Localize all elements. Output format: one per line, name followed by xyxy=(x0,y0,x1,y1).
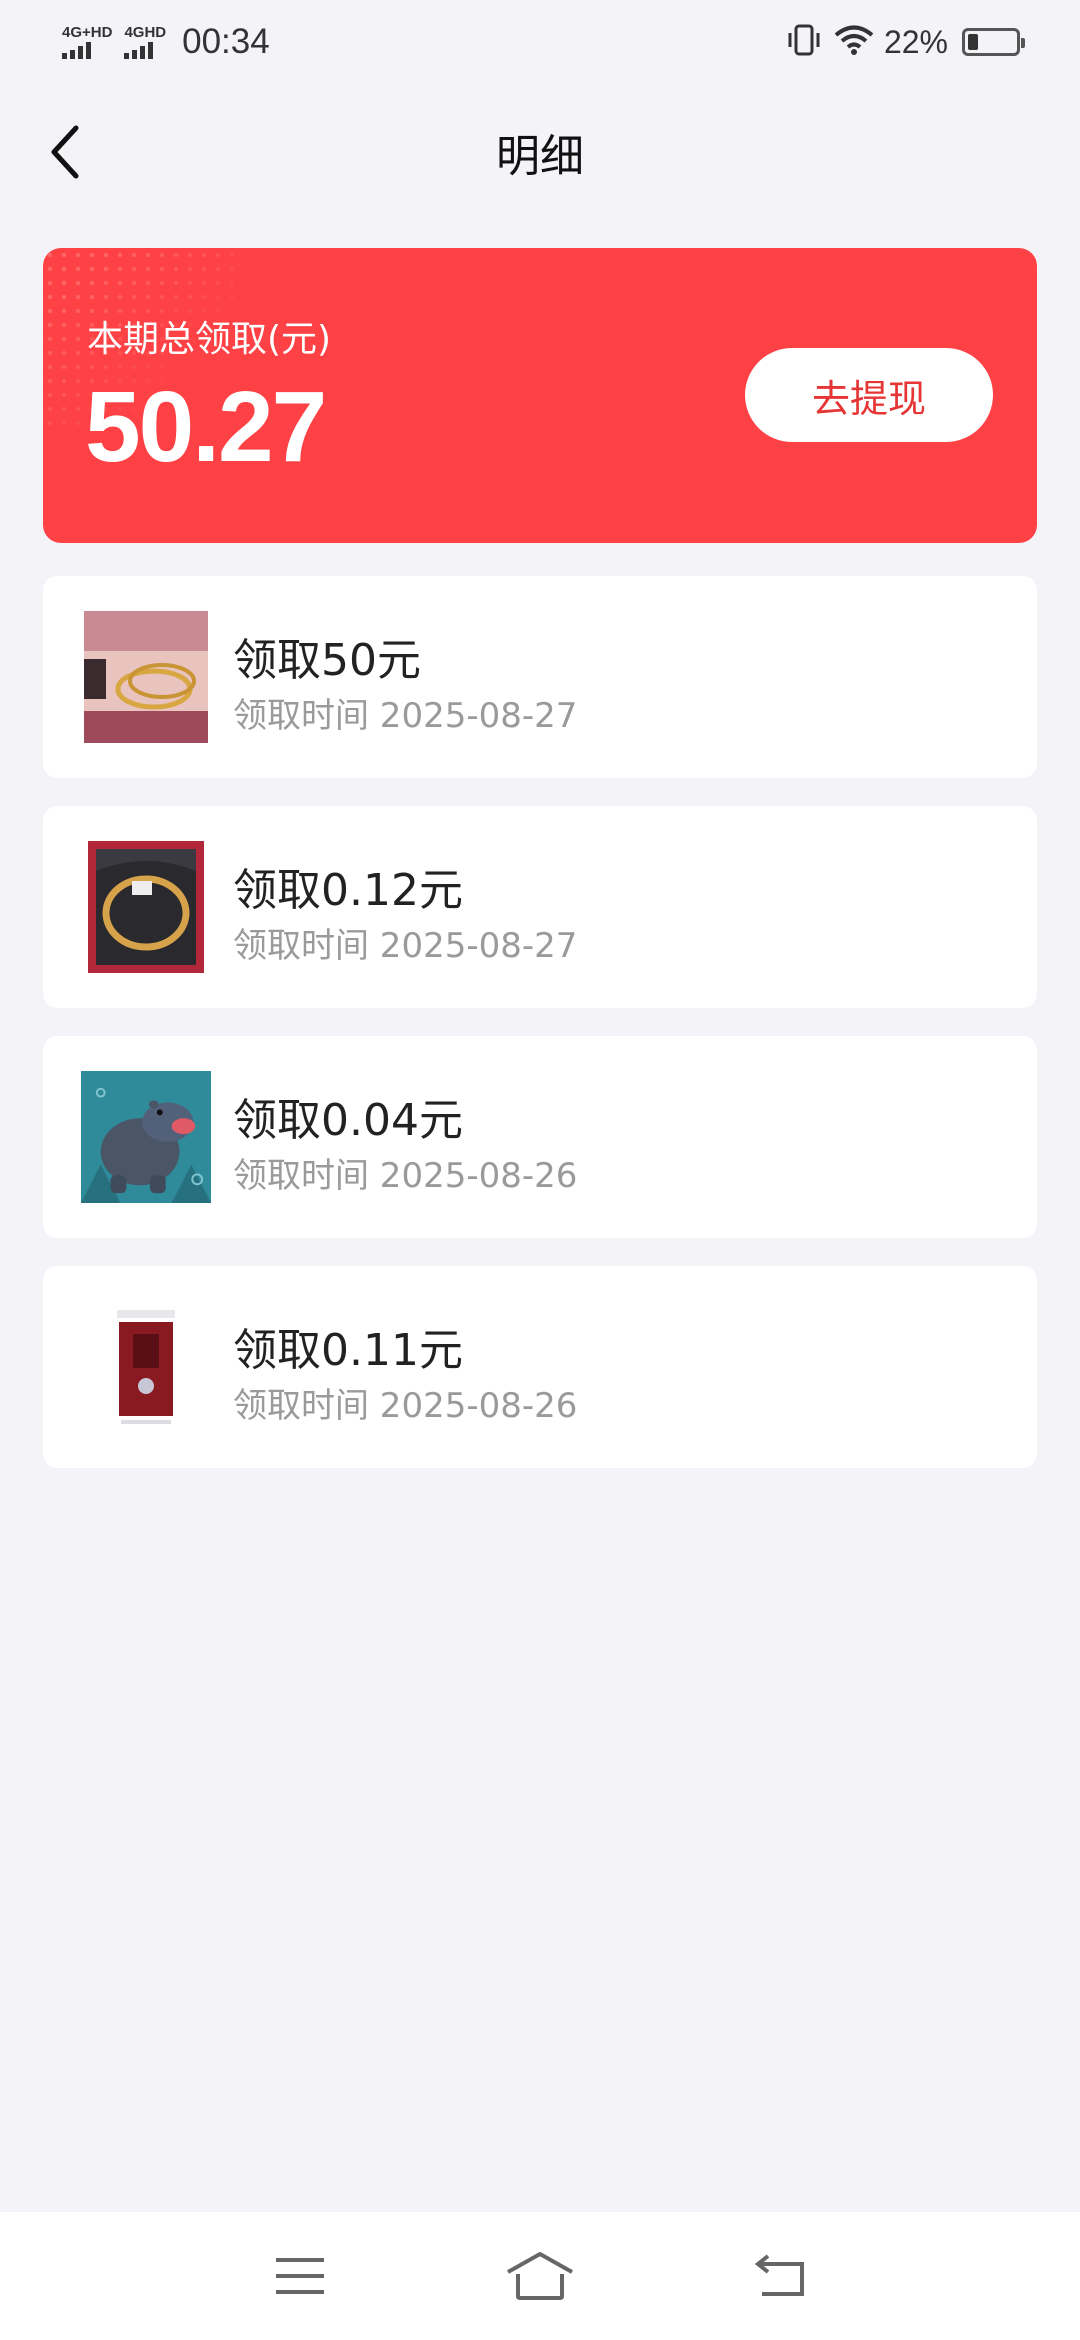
battery-level xyxy=(968,34,979,50)
menu-icon xyxy=(276,2258,324,2294)
hippo-figurine-image xyxy=(81,1070,211,1204)
battery-percent: 22% xyxy=(883,23,948,60)
list-item[interactable]: 领取0.12元 领取时间 2025-08-27 xyxy=(43,806,1037,1008)
system-navbar xyxy=(0,2212,1080,2340)
home-button[interactable] xyxy=(495,2231,585,2321)
chevron-left-icon xyxy=(51,125,79,179)
sim2-signal-icon: 4GHD xyxy=(124,25,166,59)
wifi-icon xyxy=(834,24,874,61)
record-time: 领取时间 2025-08-27 xyxy=(233,926,578,966)
summary-amount: 50.27 xyxy=(85,371,327,483)
back-icon xyxy=(754,2254,804,2296)
home-icon xyxy=(507,2252,573,2300)
list-item[interactable]: 领取50元 领取时间 2025-08-27 xyxy=(43,576,1037,778)
gold-bracelet-on-wrist-image xyxy=(81,610,211,744)
record-time: 领取时间 2025-08-27 xyxy=(233,696,578,736)
list-item[interactable]: 领取0.04元 领取时间 2025-08-26 xyxy=(43,1036,1037,1238)
record-list: 领取50元 领取时间 2025-08-27 领取0.12元 领取时间 2025-… xyxy=(43,576,1037,1496)
summary-card: 本期总领取(元) 50.27 去提现 xyxy=(43,248,1037,543)
page: 4G+HD 4GHD 00:34 22% 明细 本期总领取(元) 50.27 去… xyxy=(0,0,1080,2340)
record-title: 领取0.11元 xyxy=(233,1325,463,1376)
status-right: 22% xyxy=(784,23,1025,62)
sim1-label: 4G+HD xyxy=(62,24,113,41)
system-back-button[interactable] xyxy=(735,2231,825,2321)
status-bar: 4G+HD 4GHD 00:34 22% xyxy=(0,0,1080,84)
header: 明细 xyxy=(0,100,1080,204)
vibrate-icon xyxy=(784,23,824,62)
record-title: 领取0.12元 xyxy=(233,865,463,916)
withdraw-button[interactable]: 去提现 xyxy=(745,348,993,442)
gold-bangle-in-box-image xyxy=(81,840,211,974)
list-item[interactable]: 领取0.11元 领取时间 2025-08-26 xyxy=(43,1266,1037,1468)
status-left: 4G+HD 4GHD 00:34 xyxy=(62,22,270,62)
record-title: 领取50元 xyxy=(233,635,421,686)
back-button[interactable] xyxy=(36,122,96,182)
summary-label: 本期总领取(元) xyxy=(87,319,332,360)
record-title: 领取0.04元 xyxy=(233,1095,463,1146)
record-time: 领取时间 2025-08-26 xyxy=(233,1386,578,1426)
status-time: 00:34 xyxy=(182,22,270,61)
sim1-signal-icon: 4G+HD xyxy=(62,25,112,59)
battery-icon xyxy=(962,28,1025,56)
record-time: 领取时间 2025-08-26 xyxy=(233,1156,578,1196)
menu-button[interactable] xyxy=(255,2231,345,2321)
page-title: 明细 xyxy=(496,131,584,182)
phone-screenshot-image xyxy=(81,1300,211,1434)
sim2-label: 4GHD xyxy=(124,24,167,41)
